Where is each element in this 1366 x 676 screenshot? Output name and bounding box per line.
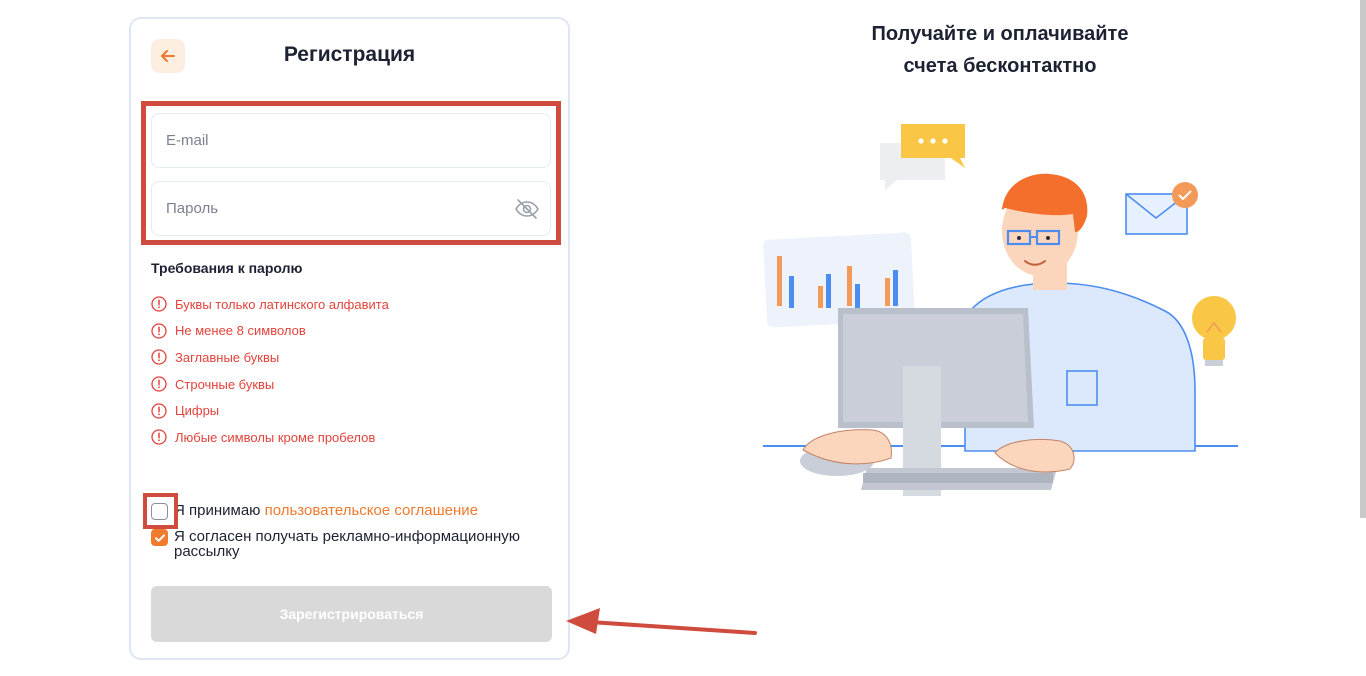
requirement-text: Цифры: [175, 403, 220, 419]
password-requirements-title: Требования к паролю: [151, 260, 303, 276]
exclamation-circle-icon: [151, 349, 167, 366]
requirement-item: Буквы только латинского алфавита: [151, 291, 389, 318]
requirement-text: Не менее 8 символов: [175, 323, 306, 339]
requirement-text: Заглавные буквы: [175, 349, 280, 365]
password-input[interactable]: [152, 182, 510, 235]
checkmark-icon: [154, 533, 165, 542]
page-scrollbar[interactable]: [1360, 0, 1366, 518]
promo-title-line1: Получайте и оплачивайте: [871, 23, 1129, 45]
exclamation-circle-icon: [151, 323, 167, 339]
email-field[interactable]: [151, 113, 551, 168]
requirement-item: Строчные буквы: [151, 371, 389, 398]
lightbulb-illustration: [1192, 296, 1236, 366]
annotation-arrow: [566, 608, 757, 635]
page-title: Регистрация: [283, 43, 416, 66]
requirement-item: Цифры: [151, 397, 389, 424]
requirement-text: Любые символы кроме пробелов: [175, 429, 376, 445]
agreement-checkbox[interactable]: [151, 503, 168, 520]
promo-title-line2: счета бесконтактно: [903, 55, 1097, 77]
requirement-item: Любые символы кроме пробелов: [151, 424, 389, 451]
mail-icon-illustration: [1125, 182, 1198, 235]
newsletter-label: Я согласен получать рекламно-информацион…: [174, 528, 521, 560]
exclamation-circle-icon: [151, 296, 167, 312]
newsletter-checkbox[interactable]: [151, 529, 168, 546]
register-button[interactable]: Зарегистрироваться: [151, 586, 552, 642]
exclamation-circle-icon: [151, 376, 167, 392]
eye-off-icon[interactable]: [514, 196, 540, 222]
user-agreement-link[interactable]: пользовательское соглашение: [265, 502, 478, 519]
password-requirements-list: Буквы только латинского алфавита Не мене…: [151, 291, 389, 451]
password-field[interactable]: [151, 181, 551, 236]
requirement-item: Заглавные буквы: [151, 344, 389, 371]
requirement-text: Буквы только латинского алфавита: [175, 296, 389, 312]
newsletter-row: Я согласен получать рекламно-информацион…: [151, 529, 551, 559]
chat-bubbles: [880, 124, 965, 190]
agreement-prefix: Я принимаю: [174, 502, 261, 519]
email-input[interactable]: [152, 114, 510, 167]
promo-title: Получайте и оплачивайте счета бесконтакт…: [800, 18, 1200, 82]
registration-card: Регистрация Требования к паролю Буквы то…: [129, 17, 570, 660]
agreement-row: Я принимаю пользовательское соглашение: [151, 503, 478, 520]
exclamation-circle-icon: [151, 403, 167, 419]
man-at-computer-illustration: [763, 124, 1238, 496]
requirement-item: Не менее 8 символов: [151, 318, 389, 345]
requirement-text: Строчные буквы: [175, 376, 275, 392]
exclamation-circle-icon: [151, 429, 167, 445]
agreement-label: Я принимаю пользовательское соглашение: [174, 503, 478, 518]
